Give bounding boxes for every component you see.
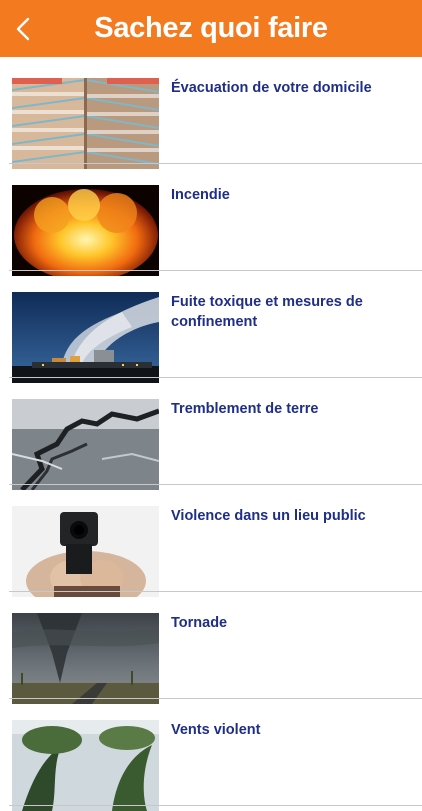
list-item-violent-winds[interactable]: Vents violent [0, 699, 422, 811]
list-item-tornado[interactable]: Tornade [0, 592, 422, 704]
page-title: Sachez quoi faire [94, 12, 328, 44]
tornado-image [12, 613, 159, 704]
list-item-label: Vents violent [171, 722, 261, 738]
list-item-label: Incendie [171, 187, 230, 203]
violent-winds-image [12, 720, 159, 811]
list-item-label: Tremblement de terre [171, 401, 319, 417]
list-item-fire[interactable]: Incendie [0, 164, 422, 276]
list-item-public-violence[interactable]: Violence dans un lieu public [0, 485, 422, 597]
earthquake-image [12, 399, 159, 490]
topic-list: Évacuation de votre domicile Incendie Fu… [0, 57, 422, 811]
toxic-leak-image [12, 292, 159, 383]
evacuation-image [12, 78, 159, 169]
fire-image [12, 185, 159, 276]
divider [9, 805, 422, 806]
list-item-toxic-leak[interactable]: Fuite toxique et mesures de confinement [0, 271, 422, 383]
list-item-earthquake[interactable]: Tremblement de terre [0, 378, 422, 490]
public-violence-image [12, 506, 159, 597]
list-item-evacuation[interactable]: Évacuation de votre domicile [0, 57, 422, 169]
list-item-label: Fuite toxique et mesures de confinement [171, 294, 363, 330]
list-item-label: Violence dans un lieu public [171, 508, 366, 524]
list-item-label: Tornade [171, 615, 228, 631]
list-item-label: Évacuation de votre domicile [171, 80, 372, 96]
nav-header: Sachez quoi faire [0, 0, 422, 57]
